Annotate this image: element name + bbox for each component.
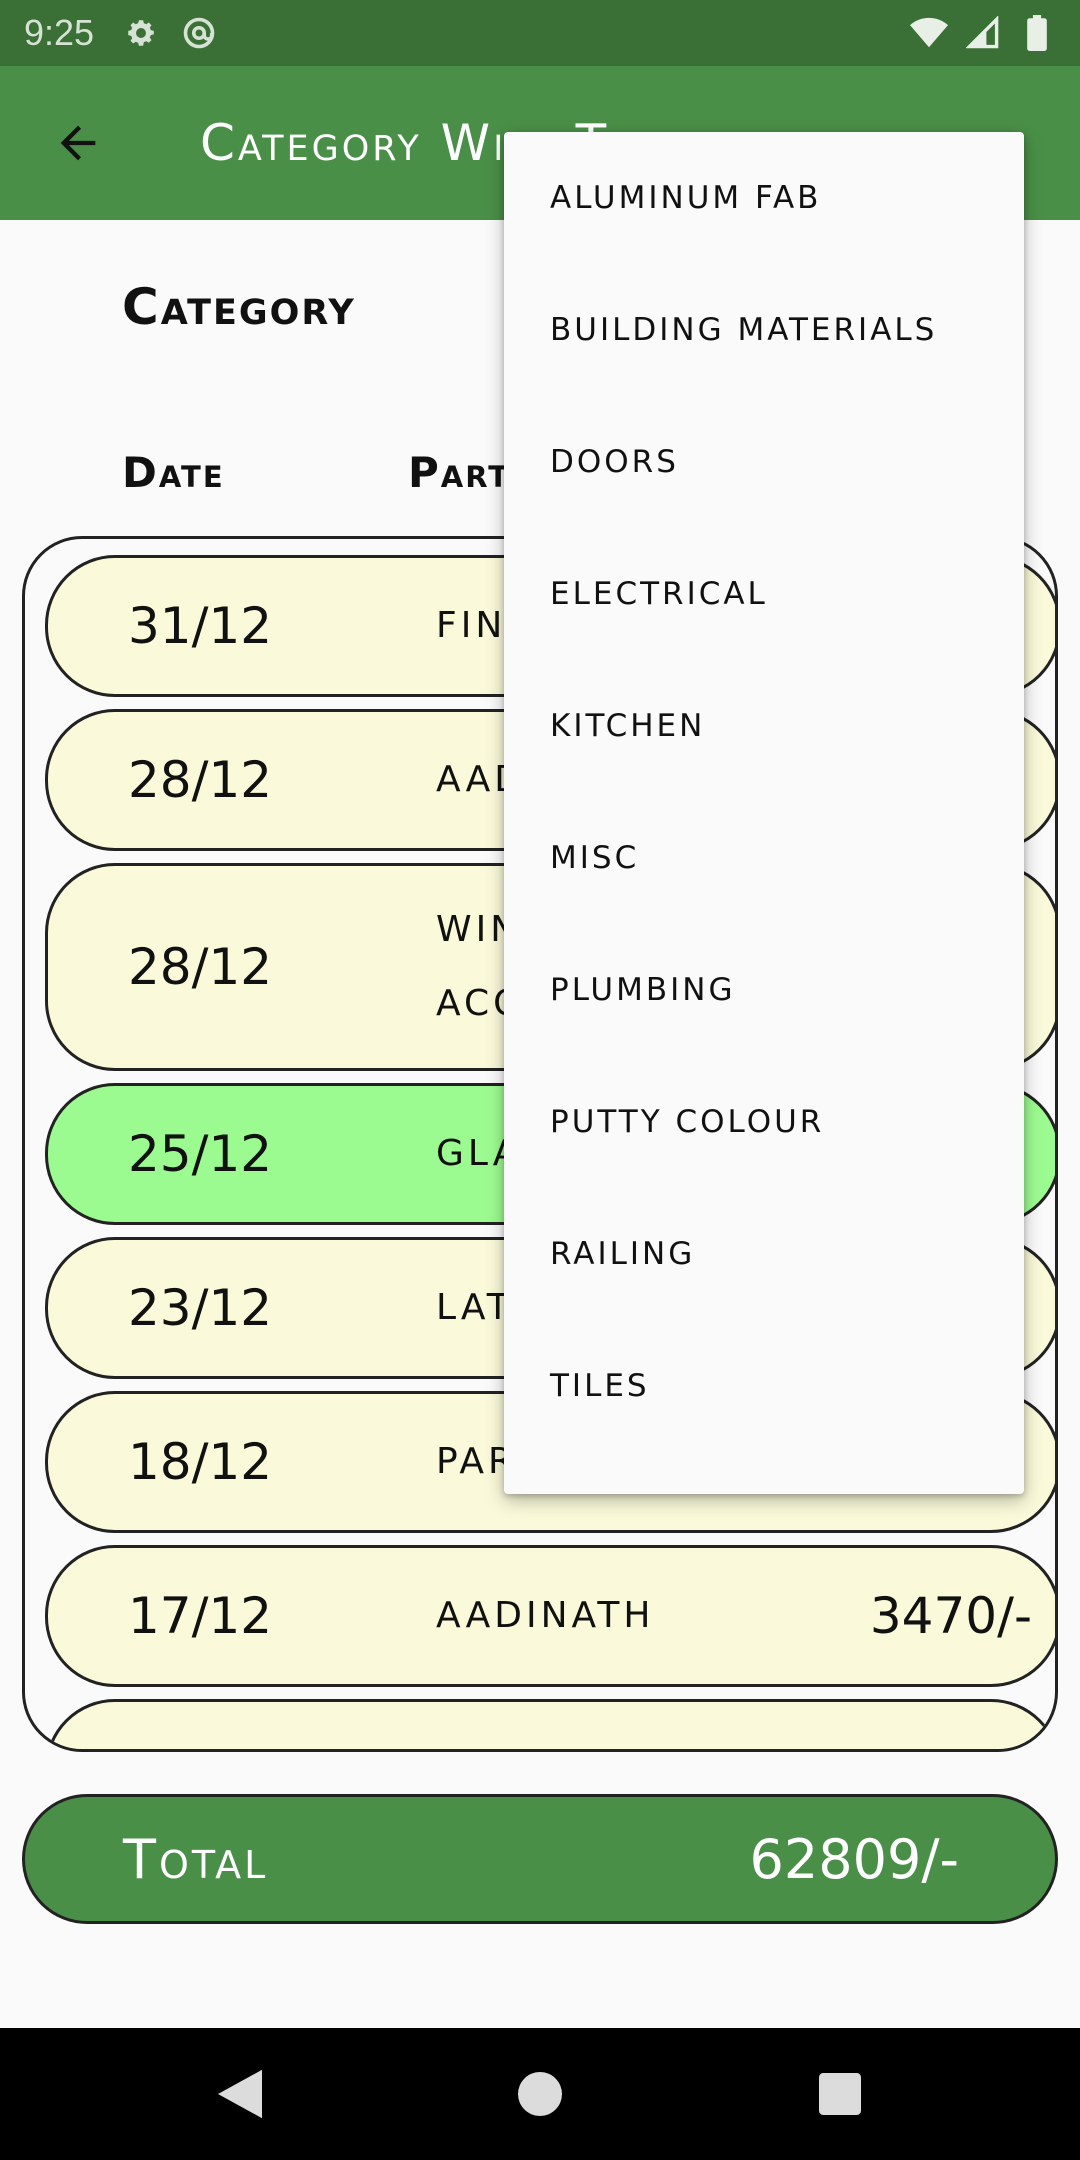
menu-item-tiles[interactable]: Tiles — [504, 1320, 1024, 1452]
recents-square-icon — [819, 2073, 861, 2115]
category-label[interactable]: Category — [122, 278, 356, 336]
system-nav-bar — [0, 2028, 1080, 2160]
column-header-date: Date — [122, 448, 225, 497]
menu-item-plumbing[interactable]: Plumbing — [504, 924, 1024, 1056]
menu-item-misc[interactable]: Misc — [504, 792, 1024, 924]
row-party: Aadinath — [436, 1595, 655, 1636]
row-date: 18/12 — [128, 1433, 273, 1491]
menu-item-kitchen[interactable]: Kitchen — [504, 660, 1024, 792]
row-date: 28/12 — [128, 751, 273, 809]
menu-item-putty-colour[interactable]: Putty Colour — [504, 1056, 1024, 1188]
menu-item-aluminum-fab[interactable]: Aluminum Fab — [504, 132, 1024, 264]
nav-back-button[interactable] — [205, 2059, 275, 2129]
status-icons-right — [910, 14, 1056, 52]
wifi-icon — [910, 14, 948, 52]
list-item[interactable] — [45, 1699, 1055, 1749]
total-value: 62809/- — [749, 1827, 959, 1891]
row-date: 23/12 — [128, 1279, 273, 1337]
menu-item-electrical[interactable]: Electrical — [504, 528, 1024, 660]
nav-recents-button[interactable] — [805, 2059, 875, 2129]
total-bar: Total 62809/- — [22, 1794, 1058, 1924]
row-date: 17/12 — [128, 1587, 273, 1645]
home-circle-icon — [518, 2072, 562, 2116]
signal-icon — [964, 14, 1002, 52]
status-bar: 9:25 — [0, 0, 1080, 66]
battery-icon — [1018, 14, 1056, 52]
category-dropdown-menu: Aluminum Fab Building Materials Doors El… — [504, 132, 1024, 1494]
column-header-party: Part — [408, 448, 511, 497]
menu-item-building-materials[interactable]: Building Materials — [504, 264, 1024, 396]
back-triangle-icon — [218, 2069, 262, 2119]
back-button[interactable] — [28, 93, 128, 193]
arrow-left-icon — [60, 125, 96, 161]
at-sign-icon — [180, 14, 218, 52]
list-item[interactable]: 17/12 Aadinath 3470/- — [45, 1545, 1055, 1687]
gear-icon — [122, 14, 160, 52]
status-time: 9:25 — [24, 12, 95, 53]
nav-home-button[interactable] — [505, 2059, 575, 2129]
menu-item-doors[interactable]: Doors — [504, 396, 1024, 528]
status-icons-left — [122, 14, 218, 52]
row-date: 25/12 — [128, 1125, 273, 1183]
row-amount: 3470/- — [869, 1587, 1032, 1645]
row-date: 28/12 — [128, 938, 273, 996]
total-label: Total — [123, 1827, 269, 1891]
menu-item-railing[interactable]: Railing — [504, 1188, 1024, 1320]
row-date: 31/12 — [128, 597, 273, 655]
